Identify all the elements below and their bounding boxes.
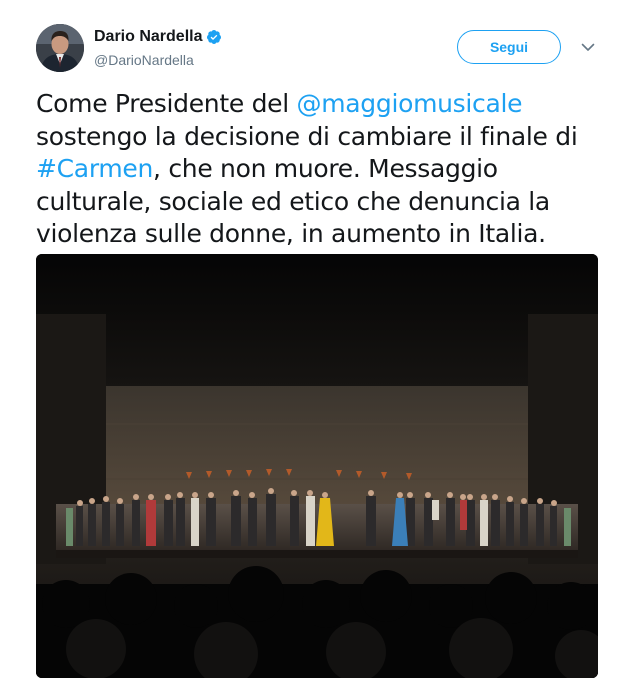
tweet-line-1: Come Presidente del @maggiomusicale xyxy=(36,88,596,121)
name-row: Dario Nardella xyxy=(94,27,222,47)
profile-avatar[interactable] xyxy=(36,24,84,72)
tweet-line-2: sostengo la decisione di cambiare il fin… xyxy=(36,121,578,151)
tweet-text: Come Presidente del @maggiomusicale sost… xyxy=(36,88,596,251)
tweet-text-segment: Come Presidente del xyxy=(36,89,297,118)
tweet-line-4: culturale, sociale ed etico che denuncia… xyxy=(36,186,550,216)
mention-link[interactable]: @maggiomusicale xyxy=(297,89,523,118)
follow-button[interactable]: Segui xyxy=(457,30,561,64)
chevron-down-icon[interactable] xyxy=(578,38,598,56)
tweet-text-segment: , che non muore. Messaggio xyxy=(153,154,498,183)
verified-badge-icon xyxy=(206,29,222,45)
tweet-line-3: #Carmen, che non muore. Messaggio xyxy=(36,153,596,186)
tweet-line-5: violenza sulle donne, in aumento in Ital… xyxy=(36,219,546,248)
user-handle[interactable]: @DarioNardella xyxy=(94,51,222,69)
tweet-card: Dario Nardella @DarioNardella Segui Come… xyxy=(0,0,628,686)
user-info: Dario Nardella @DarioNardella xyxy=(94,27,222,69)
opera-curtain-call-photo[interactable] xyxy=(36,254,598,678)
display-name[interactable]: Dario Nardella xyxy=(94,27,202,47)
hashtag-link[interactable]: #Carmen xyxy=(36,154,153,183)
